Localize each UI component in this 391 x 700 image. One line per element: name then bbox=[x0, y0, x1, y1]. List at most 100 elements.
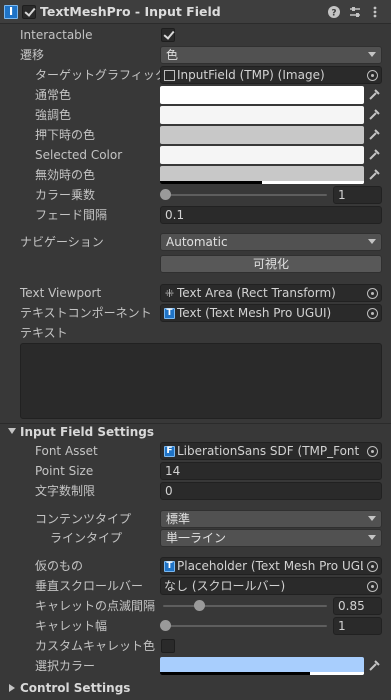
object-picker-icon[interactable] bbox=[367, 581, 378, 592]
image-icon bbox=[164, 70, 175, 81]
eyedropper-icon[interactable] bbox=[367, 659, 381, 673]
text-component-row: テキストコンポーネント T Text (Text Mesh Pro UGUI) bbox=[0, 303, 391, 323]
pressed-color-swatch[interactable] bbox=[160, 126, 364, 144]
disabled-color-swatch[interactable] bbox=[160, 166, 364, 184]
caret-blink-value[interactable]: 0.85 bbox=[333, 597, 382, 615]
chevron-down-icon bbox=[368, 535, 376, 540]
vertical-scrollbar-field[interactable]: なし (スクロールバー) bbox=[160, 577, 382, 595]
target-graphic-value: InputField (TMP) (Image) bbox=[177, 68, 325, 82]
caret-width-knob[interactable] bbox=[160, 620, 171, 631]
text-component-label: テキストコンポーネント bbox=[20, 306, 152, 320]
visualize-button[interactable]: 可視化 bbox=[160, 255, 382, 273]
custom-caret-color-checkbox[interactable] bbox=[161, 639, 175, 653]
fade-duration-row: フェード間隔 0.1 bbox=[0, 205, 391, 225]
component-title: TextMeshPro - Input Field bbox=[40, 4, 221, 19]
transition-label: 遷移 bbox=[20, 48, 45, 62]
caret-blink-knob[interactable] bbox=[194, 600, 205, 611]
transition-value: 色 bbox=[166, 48, 179, 62]
line-type-dropdown[interactable]: 単一ライン bbox=[160, 529, 382, 547]
font-asset-row: Font Asset F LiberationSans SDF (TMP_Fon… bbox=[0, 441, 391, 461]
text-textarea[interactable] bbox=[20, 343, 382, 419]
eyedropper-icon[interactable] bbox=[367, 148, 381, 162]
input-field-settings-header[interactable]: Input Field Settings bbox=[0, 422, 391, 442]
foldout-expanded-icon bbox=[8, 428, 16, 434]
content-type-dropdown[interactable]: 標準 bbox=[160, 510, 382, 528]
control-settings-header[interactable]: Control Settings bbox=[0, 678, 391, 698]
object-picker-icon[interactable] bbox=[367, 288, 378, 299]
caret-width-slider[interactable] bbox=[163, 625, 327, 627]
pressed-color-label: 押下時の色 bbox=[35, 128, 96, 142]
eyedropper-icon[interactable] bbox=[367, 168, 381, 182]
chevron-down-icon bbox=[368, 239, 376, 244]
custom-caret-color-label: カスタムキャレット色 bbox=[35, 639, 156, 653]
object-picker-icon[interactable] bbox=[367, 446, 378, 457]
color-multiplier-knob[interactable] bbox=[160, 189, 171, 200]
fade-duration-label: フェード間隔 bbox=[35, 208, 108, 222]
textmeshpro-icon: T bbox=[164, 561, 175, 572]
caret-width-value[interactable]: 1 bbox=[333, 617, 382, 635]
placeholder-field[interactable]: T Placeholder (Text Mesh Pro UGL bbox=[160, 557, 382, 575]
font-asset-field[interactable]: F LiberationSans SDF (TMP_Font A bbox=[160, 442, 382, 460]
highlighted-color-label: 強調色 bbox=[35, 108, 72, 122]
navigation-row: ナビゲーション Automatic bbox=[0, 232, 391, 252]
textmeshpro-icon: T bbox=[164, 308, 175, 319]
alpha-bar bbox=[160, 672, 310, 675]
point-size-row: Point Size 14 bbox=[0, 461, 391, 481]
char-limit-label: 文字数制限 bbox=[35, 484, 96, 498]
interactable-label: Interactable bbox=[20, 28, 93, 42]
rect-transform-icon: ⁜ bbox=[164, 287, 175, 300]
content-type-row: コンテンツタイプ 標準 bbox=[0, 509, 391, 529]
selected-color-swatch[interactable] bbox=[160, 146, 364, 164]
object-picker-icon[interactable] bbox=[367, 308, 378, 319]
font-asset-icon: F bbox=[164, 446, 175, 457]
object-picker-icon[interactable] bbox=[367, 561, 378, 572]
component-enabled-checkbox[interactable] bbox=[22, 5, 36, 19]
vertical-scrollbar-value: なし (スクロールバー) bbox=[164, 579, 286, 593]
interactable-checkbox[interactable] bbox=[161, 28, 175, 42]
text-viewport-label: Text Viewport bbox=[20, 286, 102, 300]
font-asset-label: Font Asset bbox=[35, 444, 98, 458]
textmeshpro-component-icon: I bbox=[4, 5, 18, 19]
normal-color-label: 通常色 bbox=[35, 88, 72, 102]
point-size-input[interactable]: 14 bbox=[160, 462, 382, 480]
vertical-scrollbar-row: 垂直スクロールバー なし (スクロールバー) bbox=[0, 576, 391, 596]
more-icon[interactable] bbox=[368, 5, 382, 19]
fade-duration-input[interactable]: 0.1 bbox=[160, 206, 382, 224]
target-graphic-label: ターゲットグラフィックス bbox=[35, 68, 179, 82]
help-icon[interactable]: ? bbox=[327, 5, 341, 19]
color-multiplier-row: カラー乗数 1 bbox=[0, 185, 391, 205]
normal-color-swatch[interactable] bbox=[160, 86, 364, 104]
input-field-settings-title: Input Field Settings bbox=[20, 425, 155, 439]
placeholder-value: Placeholder (Text Mesh Pro UGL bbox=[177, 559, 363, 573]
visualize-row: 可視化 bbox=[0, 254, 391, 274]
color-multiplier-value[interactable]: 1 bbox=[333, 186, 382, 204]
caret-blink-row: キャレットの点滅間隔 0.85 bbox=[0, 596, 391, 616]
line-type-label: ラインタイプ bbox=[50, 531, 123, 545]
font-asset-value: LiberationSans SDF (TMP_Font A bbox=[177, 444, 363, 458]
object-picker-icon[interactable] bbox=[367, 70, 378, 81]
presets-icon[interactable] bbox=[348, 5, 362, 19]
highlighted-color-swatch[interactable] bbox=[160, 106, 364, 124]
caret-blink-slider[interactable] bbox=[163, 605, 327, 607]
caret-width-label: キャレット幅 bbox=[35, 619, 108, 633]
chevron-down-icon bbox=[368, 516, 376, 521]
selection-color-swatch[interactable] bbox=[160, 657, 364, 675]
selection-color-label: 選択カラー bbox=[35, 659, 96, 673]
interactable-row: Interactable bbox=[0, 25, 391, 45]
text-viewport-row: Text Viewport ⁜ Text Area (Rect Transfor… bbox=[0, 283, 391, 303]
eyedropper-icon[interactable] bbox=[367, 88, 381, 102]
color-multiplier-slider[interactable] bbox=[163, 194, 327, 196]
text-viewport-value: Text Area (Rect Transform) bbox=[177, 286, 336, 300]
text-component-field[interactable]: T Text (Text Mesh Pro UGUI) bbox=[160, 304, 382, 322]
disabled-color-label: 無効時の色 bbox=[35, 168, 96, 182]
caret-width-row: キャレット幅 1 bbox=[0, 616, 391, 636]
text-viewport-field[interactable]: ⁜ Text Area (Rect Transform) bbox=[160, 284, 382, 302]
content-type-value: 標準 bbox=[166, 512, 191, 526]
navigation-dropdown[interactable]: Automatic bbox=[160, 233, 382, 251]
text-component-value: Text (Text Mesh Pro UGUI) bbox=[177, 306, 332, 320]
eyedropper-icon[interactable] bbox=[367, 108, 381, 122]
eyedropper-icon[interactable] bbox=[367, 128, 381, 142]
target-graphic-field[interactable]: InputField (TMP) (Image) bbox=[160, 66, 382, 84]
char-limit-input[interactable]: 0 bbox=[160, 482, 382, 500]
transition-dropdown[interactable]: 色 bbox=[160, 46, 382, 64]
